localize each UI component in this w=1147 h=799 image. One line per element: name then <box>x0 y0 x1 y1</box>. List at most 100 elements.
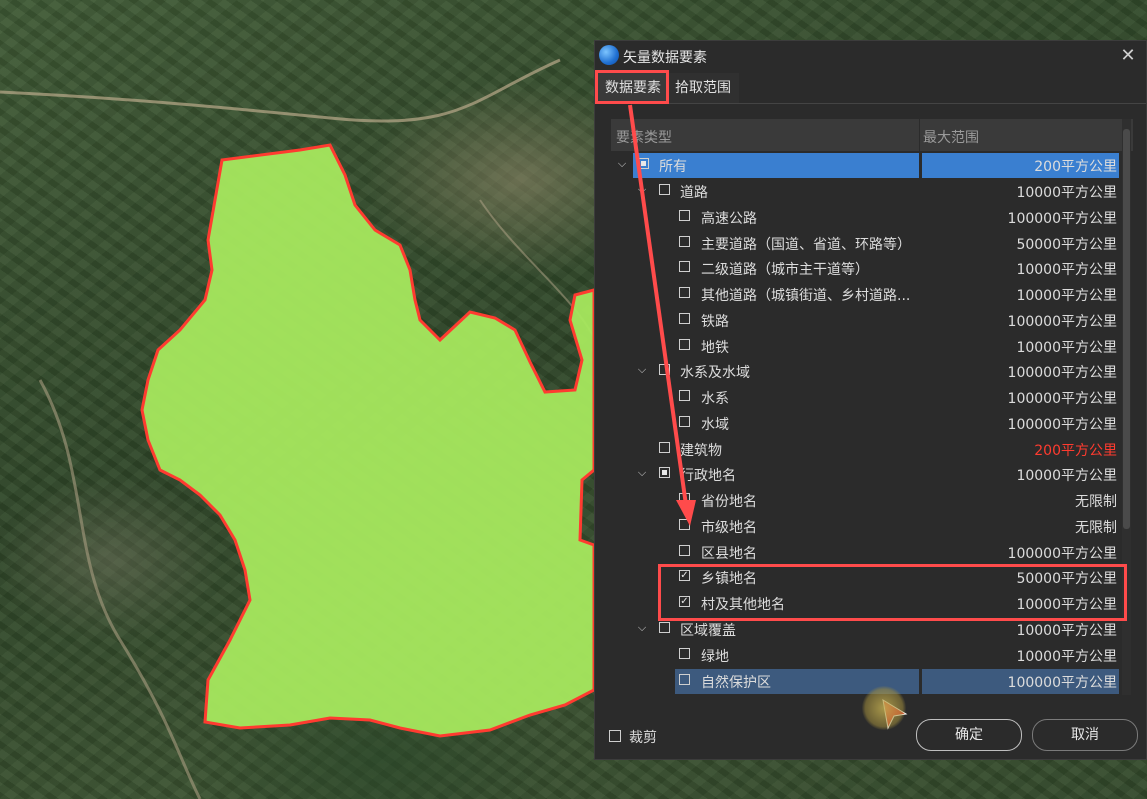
checkbox-town-names[interactable]: ✓ <box>679 570 690 581</box>
chevron-down-icon[interactable]: ⌵ <box>635 182 649 198</box>
checkbox-secondary-road[interactable] <box>679 261 690 272</box>
row-range: 50000平方公里 <box>1016 571 1117 587</box>
row-range: 10000平方公里 <box>1016 185 1117 201</box>
tree-row-other-road[interactable]: 其他道路（城镇街道、乡村道路... 10000平方公里 <box>611 282 1121 307</box>
checkbox-water[interactable] <box>659 364 670 375</box>
tree-row-admin-names[interactable]: ⌵ 行政地名 10000平方公里 <box>611 462 1121 487</box>
checkbox-admin-names[interactable] <box>659 467 670 478</box>
row-label: 高速公路 <box>701 211 757 227</box>
row-range: 100000平方公里 <box>1007 391 1117 407</box>
checkbox-other-road[interactable] <box>679 287 690 298</box>
chevron-down-icon[interactable]: ⌵ <box>615 156 629 172</box>
tree-row-secondary-road[interactable]: 二级道路（城市主干道等） 10000平方公里 <box>611 256 1121 281</box>
checkbox-city-names[interactable] <box>679 519 690 530</box>
tree-row-all[interactable]: ⌵ 所有 200平方公里 <box>611 153 1121 178</box>
scrollbar-thumb[interactable] <box>1123 129 1130 529</box>
row-label: 建筑物 <box>680 443 722 459</box>
row-label: 道路 <box>680 185 708 201</box>
map-road <box>0 58 561 123</box>
checkbox-main-road[interactable] <box>679 236 690 247</box>
tab-data-elements[interactable]: 数据要素 <box>597 73 669 103</box>
crop-checkbox[interactable] <box>609 730 621 742</box>
row-label: 所有 <box>659 159 687 175</box>
row-label: 水域 <box>701 417 729 433</box>
tree-row-town-names[interactable]: ✓ 乡镇地名 50000平方公里 <box>611 565 1121 590</box>
tree-row-village-names[interactable]: ✓ 村及其他地名 10000平方公里 <box>611 591 1121 616</box>
checkbox-water-system[interactable] <box>679 390 690 401</box>
ok-button[interactable]: 确定 <box>916 719 1022 751</box>
tab-bar: 数据要素 拾取范围 <box>595 73 1146 103</box>
cancel-button[interactable]: 取消 <box>1032 719 1138 751</box>
tree-scrollbar[interactable] <box>1122 119 1131 695</box>
table-header: 要素类型 最大范围 <box>611 119 1133 151</box>
app-logo-icon <box>599 45 619 65</box>
dialog-title: 矢量数据要素 <box>623 50 707 66</box>
row-label: 乡镇地名 <box>701 571 757 587</box>
tree-row-main-road[interactable]: 主要道路（国道、省道、环路等） 50000平方公里 <box>611 231 1121 256</box>
crop-label[interactable]: 裁剪 <box>629 727 657 747</box>
row-label: 主要道路（国道、省道、环路等） <box>701 237 911 253</box>
tree-row-water-system[interactable]: 水系 100000平方公里 <box>611 385 1121 410</box>
checkbox-railway[interactable] <box>679 313 690 324</box>
row-label: 其他道路（城镇街道、乡村道路... <box>701 288 911 304</box>
close-icon[interactable]: ✕ <box>1116 44 1140 68</box>
checkbox-green-land[interactable] <box>679 648 690 659</box>
tab-pick-range[interactable]: 拾取范围 <box>667 73 739 103</box>
row-range: 无限制 <box>1075 520 1117 536</box>
tree-row-county-names[interactable]: 区县地名 100000平方公里 <box>611 540 1121 565</box>
checkbox-county-names[interactable] <box>679 545 690 556</box>
row-range: 100000平方公里 <box>1007 365 1117 381</box>
chevron-down-icon[interactable]: ⌵ <box>635 362 649 378</box>
column-header-type[interactable]: 要素类型 <box>616 127 672 147</box>
row-label: 水系及水域 <box>680 365 750 381</box>
row-label: 行政地名 <box>680 468 736 484</box>
row-range: 10000平方公里 <box>1016 340 1117 356</box>
row-range: 200平方公里 <box>1034 159 1117 175</box>
row-range: 100000平方公里 <box>1007 211 1117 227</box>
checkbox-area-coverage[interactable] <box>659 622 670 633</box>
checkbox-roads[interactable] <box>659 184 670 195</box>
tree-row-nature-reserve[interactable]: 自然保护区 100000平方公里 <box>611 669 1121 694</box>
row-label: 村及其他地名 <box>701 597 785 613</box>
tree-row-building[interactable]: 建筑物 200平方公里 <box>611 437 1121 462</box>
checkbox-building[interactable] <box>659 442 670 453</box>
selected-region[interactable] <box>140 143 596 738</box>
tree-row-water[interactable]: ⌵ 水系及水域 100000平方公里 <box>611 359 1121 384</box>
row-label: 市级地名 <box>701 520 757 536</box>
tree-row-city-names[interactable]: 市级地名 无限制 <box>611 514 1121 539</box>
tree-row-area-coverage[interactable]: ⌵ 区域覆盖 10000平方公里 <box>611 617 1121 642</box>
row-label: 区域覆盖 <box>680 623 736 639</box>
chevron-down-icon[interactable]: ⌵ <box>635 465 649 481</box>
tree-row-roads[interactable]: ⌵ 道路 10000平方公里 <box>611 179 1121 204</box>
checkbox-province-names[interactable] <box>679 493 690 504</box>
row-range: 10000平方公里 <box>1016 649 1117 665</box>
checkbox-nature-reserve[interactable] <box>679 674 690 685</box>
checkbox-village-names[interactable]: ✓ <box>679 596 690 607</box>
row-range: 10000平方公里 <box>1016 262 1117 278</box>
tree-row-water-area[interactable]: 水域 100000平方公里 <box>611 411 1121 436</box>
chevron-down-icon[interactable]: ⌵ <box>635 620 649 636</box>
row-label: 绿地 <box>701 649 729 665</box>
vector-data-dialog: 矢量数据要素 ✕ 数据要素 拾取范围 要素类型 最大范围 ⌵ 所有 200平方公… <box>594 40 1147 760</box>
click-indicator <box>862 686 906 730</box>
row-label: 地铁 <box>701 340 729 356</box>
element-tree-table: 要素类型 最大范围 ⌵ 所有 200平方公里 ⌵ 道路 10000平方公里 高速… <box>611 119 1133 695</box>
tree-row-railway[interactable]: 铁路 100000平方公里 <box>611 308 1121 333</box>
tree-row-highway[interactable]: 高速公路 100000平方公里 <box>611 205 1121 230</box>
row-label: 省份地名 <box>701 494 757 510</box>
checkbox-water-area[interactable] <box>679 416 690 427</box>
tree-row-green-land[interactable]: 绿地 10000平方公里 <box>611 643 1121 668</box>
tree-row-province-names[interactable]: 省份地名 无限制 <box>611 488 1121 513</box>
dialog-titlebar[interactable]: 矢量数据要素 ✕ <box>595 41 1146 71</box>
checkbox-all[interactable] <box>638 158 649 169</box>
row-label: 自然保护区 <box>701 675 771 691</box>
row-range-warning: 200平方公里 <box>1034 443 1117 459</box>
checkbox-subway[interactable] <box>679 339 690 350</box>
column-header-range[interactable]: 最大范围 <box>923 127 979 147</box>
column-divider[interactable] <box>919 119 920 151</box>
row-range: 10000平方公里 <box>1016 288 1117 304</box>
row-label: 铁路 <box>701 314 729 330</box>
row-range: 10000平方公里 <box>1016 597 1117 613</box>
tree-row-subway[interactable]: 地铁 10000平方公里 <box>611 334 1121 359</box>
checkbox-highway[interactable] <box>679 210 690 221</box>
